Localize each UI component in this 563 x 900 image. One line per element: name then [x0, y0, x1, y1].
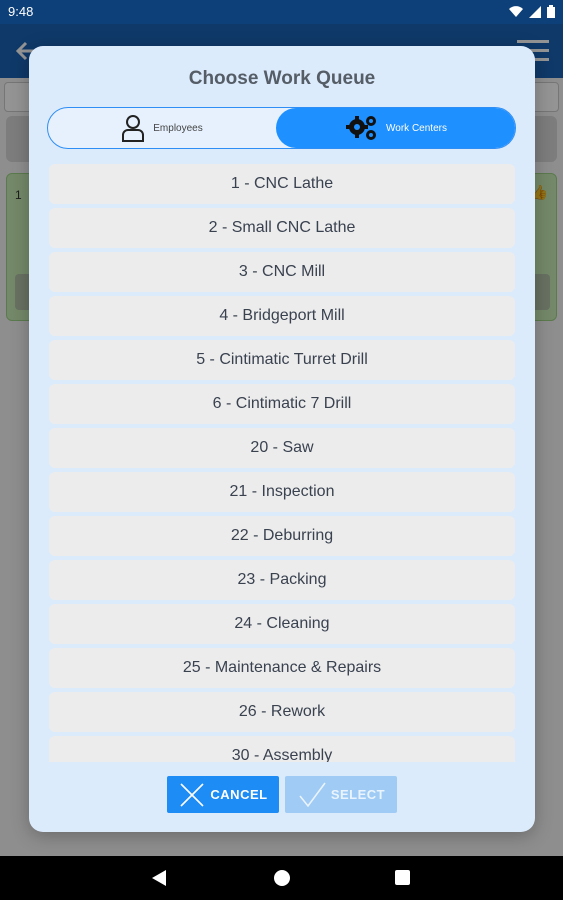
nav-home-icon[interactable]	[274, 870, 290, 886]
work-center-list[interactable]: 1 - CNC Lathe 2 - Small CNC Lathe 3 - CN…	[49, 164, 515, 762]
status-icons	[509, 5, 555, 18]
select-button-label: SELECT	[330, 787, 386, 802]
close-x-icon	[180, 782, 204, 807]
list-item[interactable]: 23 - Packing	[49, 560, 515, 600]
list-item[interactable]: 20 - Saw	[49, 428, 515, 468]
choose-work-queue-dialog: Choose Work Queue Employees Work Centers…	[29, 46, 535, 832]
list-item[interactable]: 3 - CNC Mill	[49, 252, 515, 292]
checkmark-icon	[299, 782, 326, 807]
cancel-button[interactable]: CANCEL	[167, 776, 279, 813]
cancel-button-label: CANCEL	[210, 787, 268, 802]
status-time: 9:48	[8, 4, 34, 19]
status-bar: 9:48	[0, 0, 563, 24]
dialog-title: Choose Work Queue	[188, 68, 376, 89]
tab-work-centers[interactable]: Work Centers	[276, 108, 515, 148]
list-item[interactable]: 2 - Small CNC Lathe	[49, 208, 515, 248]
select-button[interactable]: SELECT	[285, 776, 397, 813]
gears-icon	[346, 116, 377, 140]
list-item[interactable]: 5 - Cintimatic Turret Drill	[49, 340, 515, 380]
list-item[interactable]: 4 - Bridgeport Mill	[49, 296, 515, 336]
list-item[interactable]: 22 - Deburring	[49, 516, 515, 556]
list-item[interactable]: 6 - Cintimatic 7 Drill	[49, 384, 515, 424]
queue-type-toggle: Employees Work Centers	[47, 107, 516, 149]
person-icon	[122, 115, 145, 142]
signal-icon	[529, 5, 541, 18]
battery-icon	[547, 5, 555, 18]
list-item[interactable]: 25 - Maintenance & Repairs	[49, 648, 515, 688]
tab-work-centers-label: Work Centers	[386, 122, 447, 134]
nav-recents-icon[interactable]	[395, 870, 410, 885]
list-item[interactable]: 24 - Cleaning	[49, 604, 515, 644]
system-nav-bar	[0, 856, 563, 900]
list-item[interactable]: 21 - Inspection	[49, 472, 515, 512]
tab-employees-label: Employees	[153, 122, 203, 134]
wifi-icon	[509, 5, 523, 17]
list-item[interactable]: 30 - Assembly	[49, 736, 515, 762]
list-item[interactable]: 26 - Rework	[49, 692, 515, 732]
list-item[interactable]: 1 - CNC Lathe	[49, 164, 515, 204]
tab-employees[interactable]: Employees	[48, 108, 276, 148]
nav-back-icon[interactable]	[152, 870, 166, 886]
